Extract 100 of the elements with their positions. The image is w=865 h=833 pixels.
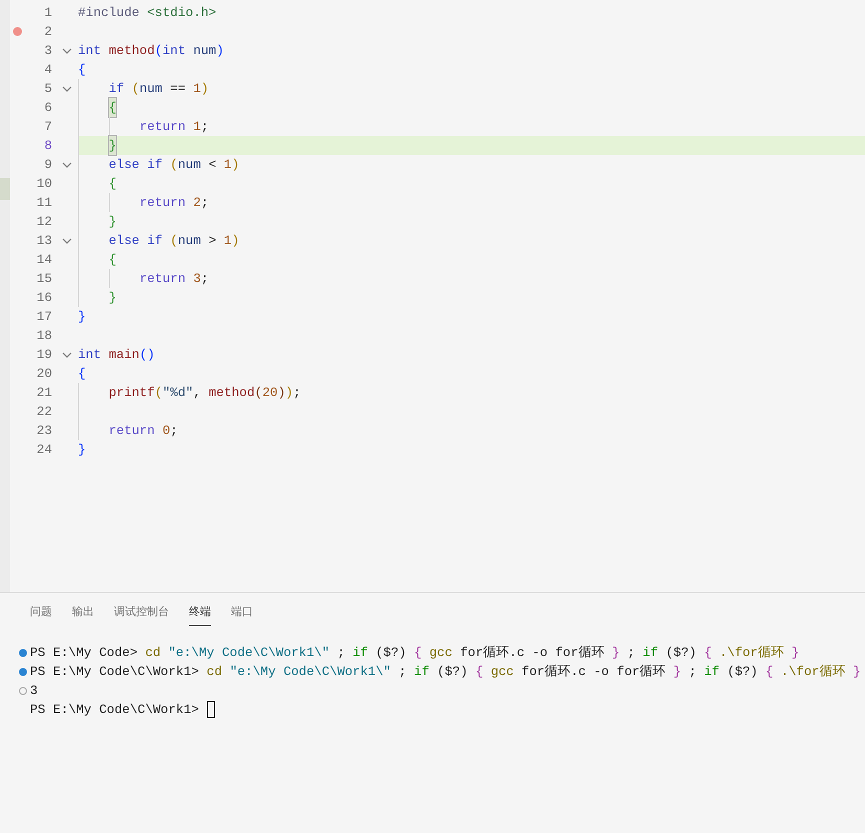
terminal-text: ; xyxy=(626,644,636,660)
terminal-text: ; xyxy=(336,644,346,660)
code-token: <stdio.h> xyxy=(147,4,216,22)
chevron-down-icon[interactable] xyxy=(62,48,72,54)
code-token: int xyxy=(162,42,187,60)
terminal-text: cd xyxy=(206,664,223,679)
code-token: { xyxy=(108,174,116,193)
code-token: num xyxy=(139,80,164,98)
panel-tab[interactable]: 调试控制台 xyxy=(114,603,169,626)
code-token: 1 xyxy=(193,80,201,98)
line-number: 8 xyxy=(44,136,52,155)
code-token: ) xyxy=(232,232,240,250)
code-token: if xyxy=(108,80,126,98)
chevron-down-icon[interactable] xyxy=(62,86,72,92)
code-token: ( xyxy=(170,156,178,174)
terminal-text: ($?) xyxy=(436,664,469,679)
code-token: method xyxy=(208,384,255,402)
code-token: ( xyxy=(132,80,140,98)
code-token: ( xyxy=(254,384,262,402)
code-token: , xyxy=(193,384,202,402)
panel-tab[interactable]: 端口 xyxy=(231,603,253,626)
scroll-marker xyxy=(0,178,10,200)
code-token: 1 xyxy=(193,118,201,136)
code-token: ) xyxy=(278,384,286,402)
code-token: < xyxy=(208,156,218,174)
terminal-text: PS E:\My Code\C\Work1> xyxy=(30,702,200,717)
terminal-text: { xyxy=(766,664,774,679)
panel-tab[interactable]: 问题 xyxy=(30,603,52,626)
terminal-text: for循环.c -o for循环 xyxy=(459,644,606,660)
code-token: num xyxy=(178,156,202,174)
code-token: } xyxy=(78,308,86,326)
line-number: 10 xyxy=(36,174,52,193)
line-number: 2 xyxy=(44,22,52,41)
line-number: 1 xyxy=(44,4,52,22)
code-token: method xyxy=(108,42,155,60)
line-number: 6 xyxy=(44,98,52,117)
panel-tab[interactable]: 终端 xyxy=(189,603,211,626)
line-number: 16 xyxy=(36,288,52,307)
code-token: { xyxy=(78,364,86,383)
code-token: () xyxy=(139,346,155,364)
code-token: ; xyxy=(293,384,301,402)
code-token: ) xyxy=(232,156,240,174)
code-token: == xyxy=(170,80,187,98)
code-token: main xyxy=(108,346,140,364)
terminal-text: } xyxy=(852,664,861,679)
terminal-text: ; xyxy=(398,664,408,679)
terminal-text: .\for循环 xyxy=(780,664,846,679)
terminal-text: { xyxy=(414,644,423,660)
line-number: 3 xyxy=(44,42,52,60)
breakpoint-icon[interactable] xyxy=(12,27,22,36)
terminal-text: 3 xyxy=(30,682,38,698)
code-token: ; xyxy=(200,118,209,136)
code-token: ) xyxy=(200,80,209,98)
terminal-text: ; xyxy=(688,664,698,679)
code-token: } xyxy=(108,212,116,231)
terminal-text: if xyxy=(352,644,368,660)
code-token: } xyxy=(108,136,116,156)
code-token: return xyxy=(139,270,187,288)
panel-tab[interactable]: 输出 xyxy=(72,603,94,626)
line-number: 17 xyxy=(36,308,52,326)
code-token: 20 xyxy=(262,384,278,402)
code-token: 0 xyxy=(162,422,170,440)
terminal-text: if xyxy=(704,664,720,679)
terminal-text: "e:\My Code\C\Work1\" xyxy=(168,644,330,660)
code-token: ; xyxy=(200,270,209,288)
chevron-down-icon[interactable] xyxy=(62,162,72,168)
code-token: int xyxy=(78,346,102,364)
code-token: int xyxy=(78,42,102,60)
line-number: 23 xyxy=(36,422,52,440)
line-number: 7 xyxy=(44,118,52,136)
code-token: ; xyxy=(170,422,178,440)
code-token: ( xyxy=(154,42,162,60)
code-token: { xyxy=(78,60,86,79)
line-number: 19 xyxy=(36,346,52,364)
code-token: ( xyxy=(170,232,178,250)
code-token: 1 xyxy=(224,156,232,174)
chevron-down-icon[interactable] xyxy=(62,238,72,244)
code-token: 3 xyxy=(193,270,201,288)
line-number: 14 xyxy=(36,250,52,269)
code-token: ) xyxy=(216,42,224,60)
line-number: 20 xyxy=(36,364,52,383)
code-token: num xyxy=(178,232,202,250)
code-token: 2 xyxy=(193,194,201,212)
line-number: 5 xyxy=(44,80,52,98)
code-token: return xyxy=(108,422,156,440)
line-number: 15 xyxy=(36,270,52,288)
code-token: { xyxy=(108,98,116,118)
terminal-text: "e:\My Code\C\Work1\" xyxy=(230,664,391,679)
code-token: > xyxy=(208,232,218,250)
code-token: } xyxy=(78,440,86,459)
code-token: 1 xyxy=(224,232,232,250)
line-number: 13 xyxy=(36,232,52,250)
line-number: 24 xyxy=(36,440,52,459)
chevron-down-icon[interactable] xyxy=(62,352,72,358)
line-number: 4 xyxy=(44,60,52,79)
terminal-text: ($?) xyxy=(664,644,698,660)
code-token: return xyxy=(139,194,187,212)
terminal-text: gcc xyxy=(490,664,514,679)
terminal-text: ($?) xyxy=(374,644,408,660)
code-token: ; xyxy=(200,194,209,212)
